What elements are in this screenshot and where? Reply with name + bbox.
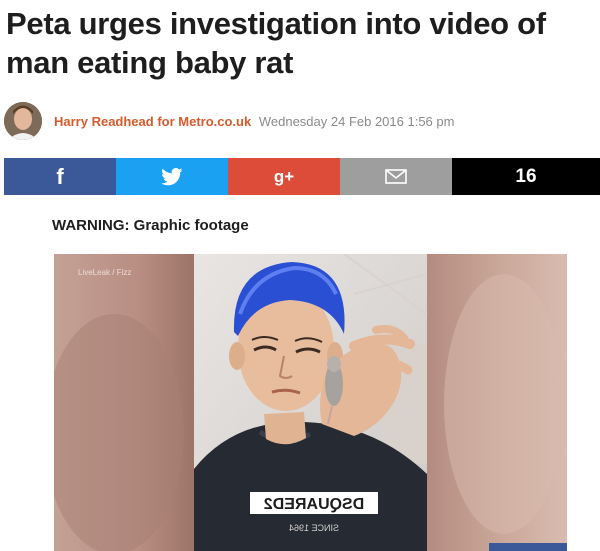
video-controls-edge[interactable] [489, 543, 567, 551]
googleplus-icon: g+ [273, 166, 295, 186]
content-warning: WARNING: Graphic footage [52, 217, 249, 234]
share-bar: f g+ 16 [4, 158, 600, 195]
email-icon [385, 169, 407, 184]
share-count: 16 [452, 158, 600, 195]
twitter-share-button[interactable] [116, 158, 228, 195]
article-headline: Peta urges investigation into video of m… [6, 6, 546, 80]
twitter-icon [161, 167, 183, 185]
shirt-logo-text: DSQUARED2 [264, 496, 365, 513]
author-link[interactable]: Harry Readhead for Metro.co.uk [54, 114, 251, 129]
email-share-button[interactable] [340, 158, 452, 195]
publish-date: Wednesday 24 Feb 2016 1:56 pm [258, 113, 455, 129]
author-avatar[interactable] [4, 102, 42, 140]
googleplus-share-button[interactable]: g+ [228, 158, 340, 195]
facebook-share-button[interactable]: f [4, 158, 116, 195]
video-player[interactable]: DSQUARED2 SINCE 1964 LiveLeak / Fizz [54, 254, 567, 551]
video-frame-image: DSQUARED2 SINCE 1964 [54, 254, 567, 551]
facebook-icon: f [56, 163, 64, 189]
shirt-subtext: SINCE 1964 [289, 523, 339, 533]
video-watermark: LiveLeak / Fizz [78, 268, 132, 277]
byline: Harry Readhead for Metro.co.uk Wednesday… [4, 102, 454, 140]
